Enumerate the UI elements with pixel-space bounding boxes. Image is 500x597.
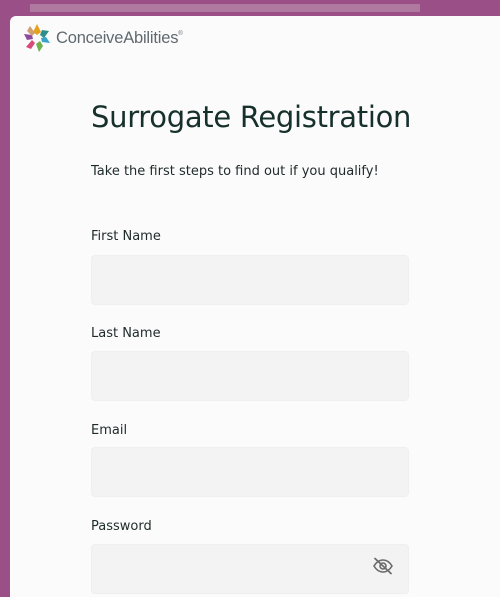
page-subtitle: Take the first steps to find out if you … [91, 164, 379, 179]
eye-off-icon [373, 557, 393, 575]
password-field[interactable] [91, 544, 409, 594]
password-visibility-toggle[interactable] [370, 553, 396, 579]
first-name-field[interactable] [91, 255, 409, 305]
page-title: Surrogate Registration [91, 100, 412, 134]
conceiveabilities-logo-icon [24, 24, 50, 52]
browser-top-strip [0, 0, 500, 14]
brand-name-text: ConceiveAbilities [56, 28, 179, 47]
trademark-mark: ® [178, 30, 183, 37]
email-field[interactable] [91, 447, 409, 497]
last-name-field[interactable] [91, 351, 409, 401]
email-label: Email [91, 423, 128, 438]
brand-name: ConceiveAbilities® [56, 28, 183, 48]
brand-logo[interactable]: ConceiveAbilities® [22, 22, 183, 54]
password-label: Password [91, 519, 152, 534]
last-name-label: Last Name [91, 326, 161, 341]
first-name-label: First Name [91, 229, 161, 244]
top-strip-bar [30, 4, 420, 12]
